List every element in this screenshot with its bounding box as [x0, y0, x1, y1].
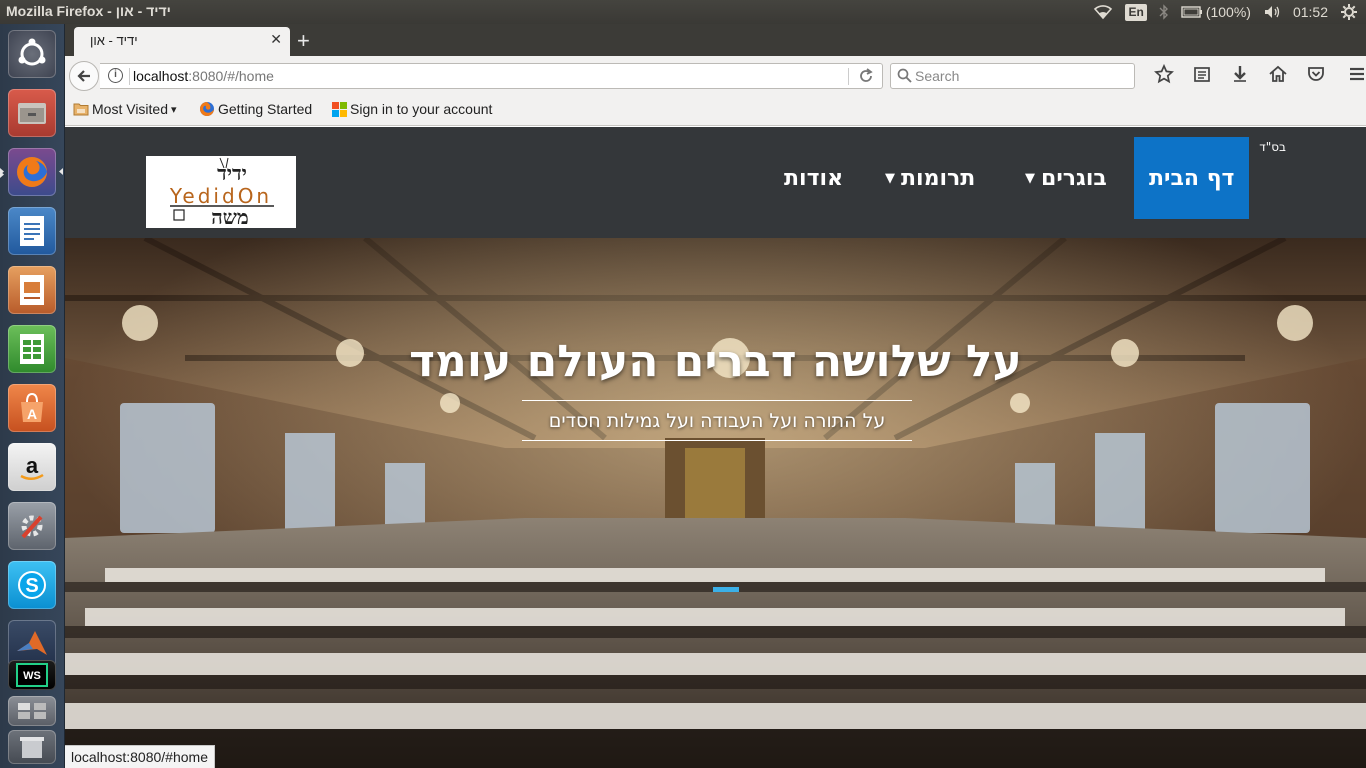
bookmark-sign-in[interactable]: Sign in to your account [332, 101, 492, 117]
reload-separator [848, 68, 849, 85]
svg-text:a: a [26, 453, 39, 478]
trash-icon[interactable] [8, 730, 56, 764]
carousel-indicator[interactable] [713, 587, 739, 592]
pocket-icon[interactable] [1297, 64, 1335, 84]
nav-donations[interactable]: ▼ תרומות [885, 137, 975, 219]
nav-home[interactable]: דף הבית [1134, 137, 1250, 219]
tab-strip: ידיד - און ✕ + [65, 24, 1366, 56]
libreoffice-writer-icon[interactable] [8, 207, 56, 255]
hero-carousel[interactable]: על שלושה דברים העולם עומד על התורה ועל ה… [65, 238, 1366, 768]
volume-icon[interactable] [1263, 4, 1281, 20]
site-logo[interactable]: ידיד YedidOn משה [146, 156, 296, 229]
battery-percent: (100%) [1205, 4, 1251, 20]
ubuntu-dash-icon[interactable] [8, 30, 56, 78]
study-hall-photo [65, 238, 1366, 768]
url-bar[interactable]: i localhost:8080/#/home [100, 63, 883, 89]
hamburger-menu-icon[interactable] [1335, 64, 1366, 84]
firefox-icon[interactable] [8, 148, 56, 196]
url-host: localhost [133, 68, 189, 84]
site-navbar: בס"ד ידיד YedidOn משה אודות ▼ תרומות ▼ בוג… [65, 127, 1366, 238]
system-gear-icon[interactable] [1340, 3, 1358, 21]
tab-close-icon[interactable]: ✕ [270, 32, 282, 48]
svg-text:A: A [27, 406, 37, 422]
hero-subline: על התורה ועל העבודה ועל גמילות חסדים [522, 400, 912, 441]
bluetooth-icon[interactable] [1159, 4, 1169, 20]
nav-donations-label: תרומות [901, 165, 976, 191]
bookmark-label: Most Visited [92, 101, 168, 117]
search-input[interactable]: Search [890, 63, 1135, 89]
home-icon[interactable] [1259, 64, 1297, 84]
reading-list-icon[interactable] [1183, 64, 1221, 84]
battery-indicator[interactable]: (100%) [1181, 4, 1251, 20]
logo-hebrew-top: ידיד [217, 161, 247, 185]
downloads-icon[interactable] [1221, 64, 1259, 84]
tab-active[interactable]: ידיד - און ✕ [74, 27, 290, 56]
url-text[interactable]: localhost:8080/#/home [133, 68, 274, 84]
url-separator [129, 68, 130, 85]
bookmark-star-icon[interactable] [1145, 64, 1183, 84]
system-settings-icon[interactable] [8, 502, 56, 550]
logo-hebrew-bottom: משה [211, 205, 249, 228]
status-bar: localhost:8080/#home [65, 745, 215, 768]
wifi-icon[interactable] [1093, 4, 1113, 20]
nav-home-label: דף הבית [1149, 165, 1235, 191]
unity-launcher: A a S WS [0, 24, 65, 768]
nav-about[interactable]: אודות [784, 137, 843, 219]
bookmark-most-visited[interactable]: Most Visited ▾ [73, 101, 177, 117]
search-placeholder: Search [915, 68, 960, 84]
navigation-toolbar: i localhost:8080/#/home Search [65, 56, 1366, 92]
libreoffice-calc-icon[interactable] [8, 325, 56, 373]
reload-icon[interactable] [858, 67, 874, 89]
clock[interactable]: 01:52 [1293, 4, 1328, 20]
nav-graduates-label: בוגרים [1041, 165, 1107, 191]
chevron-down-icon: ▼ [885, 170, 895, 186]
svg-text:WS: WS [23, 670, 41, 682]
folder-icon [73, 103, 89, 116]
bookmark-label: Sign in to your account [350, 101, 493, 117]
bsd-label: בס"ד [1259, 140, 1286, 154]
bookmark-getting-started[interactable]: Getting Started [199, 101, 312, 117]
hero-headline: על שלושה דברים העולם עומד [409, 336, 1022, 387]
system-top-panel: Mozilla Firefox - ידיד - און En (100%) 0… [0, 0, 1366, 24]
firefox-favicon-icon [200, 102, 214, 116]
skype-icon[interactable]: S [8, 561, 56, 609]
chevron-down-icon: ▼ [1025, 170, 1035, 186]
microsoft-favicon-icon [332, 101, 347, 117]
svg-text:S: S [25, 575, 38, 597]
keyboard-layout-indicator[interactable]: En [1125, 3, 1147, 21]
toolbar-icons [1145, 64, 1366, 84]
back-arrow-icon [77, 70, 90, 82]
search-icon [897, 68, 912, 87]
new-tab-button[interactable]: + [297, 28, 310, 54]
url-path: :8080/#/home [188, 68, 274, 84]
site-info-icon[interactable]: i [108, 68, 123, 83]
window-title: Mozilla Firefox - ידיד - און [6, 3, 171, 19]
software-center-icon[interactable]: A [8, 384, 56, 432]
chevron-down-icon: ▾ [171, 103, 177, 116]
nav-about-label: אודות [784, 165, 844, 191]
firefox-focused-indicator [59, 168, 63, 175]
libreoffice-impress-icon[interactable] [8, 266, 56, 314]
nav-graduates[interactable]: ▼ בוגרים [1025, 137, 1107, 219]
files-icon[interactable] [8, 89, 56, 137]
firefox-window: ידיד - און ✕ + i localhost:8080/#/home S… [65, 24, 1366, 768]
web-page: בס"ד ידיד YedidOn משה אודות ▼ תרומות ▼ בוג… [65, 127, 1366, 768]
tab-title: ידיד - און [90, 33, 138, 48]
battery-icon [1181, 6, 1202, 18]
webstorm-icon[interactable]: WS [8, 660, 56, 690]
bookmark-label: Getting Started [218, 101, 313, 117]
bookmarks-toolbar: Most Visited ▾ Getting Started Sign in t… [65, 92, 1366, 126]
amazon-icon[interactable]: a [8, 443, 56, 491]
back-button[interactable] [69, 61, 99, 91]
system-tray: En (100%) 01:52 [1093, 0, 1358, 24]
workspace-switcher-icon[interactable] [8, 696, 56, 726]
